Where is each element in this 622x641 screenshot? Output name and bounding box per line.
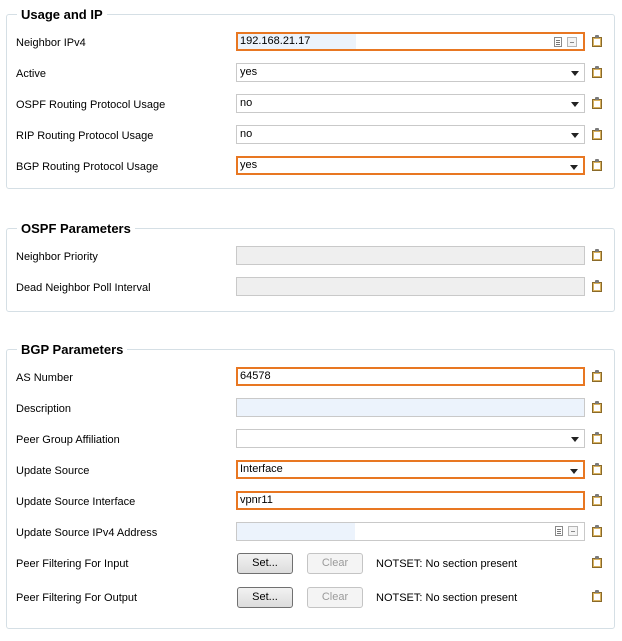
group-title: Usage and IP — [17, 7, 107, 22]
peer-filtering-input-clear-button[interactable]: Clear — [307, 553, 363, 574]
neighbor-priority-input[interactable] — [236, 246, 585, 265]
clipboard-icon[interactable] — [592, 370, 602, 382]
update-source-interface-input[interactable]: vpnr11 — [236, 491, 585, 510]
neighbor-priority-label: Neighbor Priority — [16, 251, 98, 263]
clipboard-icon[interactable] — [592, 128, 602, 140]
chevron-down-icon[interactable] — [568, 65, 583, 80]
ip-collapse-icon[interactable] — [568, 526, 578, 536]
clipboard-icon[interactable] — [592, 556, 602, 568]
peer-filtering-output-set-button[interactable]: Set... — [237, 587, 293, 608]
ospf-usage-value: no — [240, 97, 253, 109]
chevron-down-icon[interactable] — [568, 431, 583, 446]
peer-filtering-output-clear-button[interactable]: Clear — [307, 587, 363, 608]
update-source-label: Update Source — [16, 465, 90, 477]
clipboard-icon[interactable] — [592, 432, 602, 444]
clipboard-icon[interactable] — [592, 249, 602, 261]
group-title: BGP Parameters — [17, 342, 128, 357]
clipboard-icon[interactable] — [592, 280, 602, 292]
update-source-ipv4-label: Update Source IPv4 Address — [16, 527, 158, 539]
clipboard-icon[interactable] — [592, 401, 602, 413]
chevron-down-icon[interactable] — [568, 127, 583, 142]
chevron-down-icon[interactable] — [567, 463, 582, 476]
description-input[interactable] — [236, 398, 585, 417]
clipboard-icon[interactable] — [592, 525, 602, 537]
peer-filtering-input-status: NOTSET: No section present — [376, 558, 518, 570]
active-value: yes — [240, 66, 258, 78]
bgp-usage-label: BGP Routing Protocol Usage — [16, 161, 159, 173]
update-source-ipv4-input[interactable] — [236, 522, 585, 541]
ip-helper-icons — [555, 525, 581, 537]
update-source-interface-label: Update Source Interface — [16, 496, 136, 508]
bgp-usage-select[interactable]: yes — [236, 156, 585, 175]
as-number-label: AS Number — [16, 372, 73, 384]
active-label: Active — [16, 68, 46, 80]
peer-filtering-input-set-button[interactable]: Set... — [237, 553, 293, 574]
clipboard-icon[interactable] — [592, 159, 602, 171]
as-number-value: 64578 — [240, 370, 271, 382]
ospf-usage-label: OSPF Routing Protocol Usage — [16, 99, 166, 111]
peer-filtering-output-status: NOTSET: No section present — [376, 592, 518, 604]
description-label: Description — [16, 403, 72, 415]
rip-usage-label: RIP Routing Protocol Usage — [16, 130, 154, 142]
ip-helper-icons — [554, 36, 580, 48]
update-source-value: Interface — [240, 463, 283, 475]
update-source-interface-value: vpnr11 — [240, 494, 273, 506]
as-number-input[interactable]: 64578 — [236, 367, 585, 386]
group-title: OSPF Parameters — [17, 221, 135, 236]
neighbor-ipv4-value: 192.168.21.17 — [240, 35, 311, 47]
ip-collapse-icon[interactable] — [567, 37, 577, 47]
dead-neighbor-poll-label: Dead Neighbor Poll Interval — [16, 282, 151, 294]
update-source-select[interactable]: Interface — [236, 460, 585, 479]
neighbor-ipv4-label: Neighbor IPv4 — [16, 37, 86, 49]
clipboard-icon[interactable] — [592, 35, 602, 47]
peer-filtering-output-label: Peer Filtering For Output — [16, 592, 138, 604]
peer-group-affiliation-select[interactable] — [236, 429, 585, 448]
chevron-down-icon[interactable] — [567, 159, 582, 172]
neighbor-ipv4-input[interactable]: 192.168.21.17 — [236, 32, 585, 51]
peer-filtering-input-label: Peer Filtering For Input — [16, 558, 129, 570]
clipboard-icon[interactable] — [592, 494, 602, 506]
ip-list-icon[interactable] — [554, 37, 562, 47]
chevron-down-icon[interactable] — [568, 96, 583, 111]
active-select[interactable]: yes — [236, 63, 585, 82]
input-tint — [237, 523, 355, 540]
ospf-usage-select[interactable]: no — [236, 94, 585, 113]
peer-group-affiliation-label: Peer Group Affiliation — [16, 434, 120, 446]
clipboard-icon[interactable] — [592, 66, 602, 78]
clipboard-icon[interactable] — [592, 97, 602, 109]
ospf-parameters-group: OSPF Parameters — [6, 221, 615, 312]
rip-usage-select[interactable]: no — [236, 125, 585, 144]
dead-neighbor-poll-input[interactable] — [236, 277, 585, 296]
clipboard-icon[interactable] — [592, 590, 602, 602]
ip-list-icon[interactable] — [555, 526, 563, 536]
clipboard-icon[interactable] — [592, 463, 602, 475]
rip-usage-value: no — [240, 128, 253, 140]
bgp-usage-value: yes — [240, 159, 258, 171]
